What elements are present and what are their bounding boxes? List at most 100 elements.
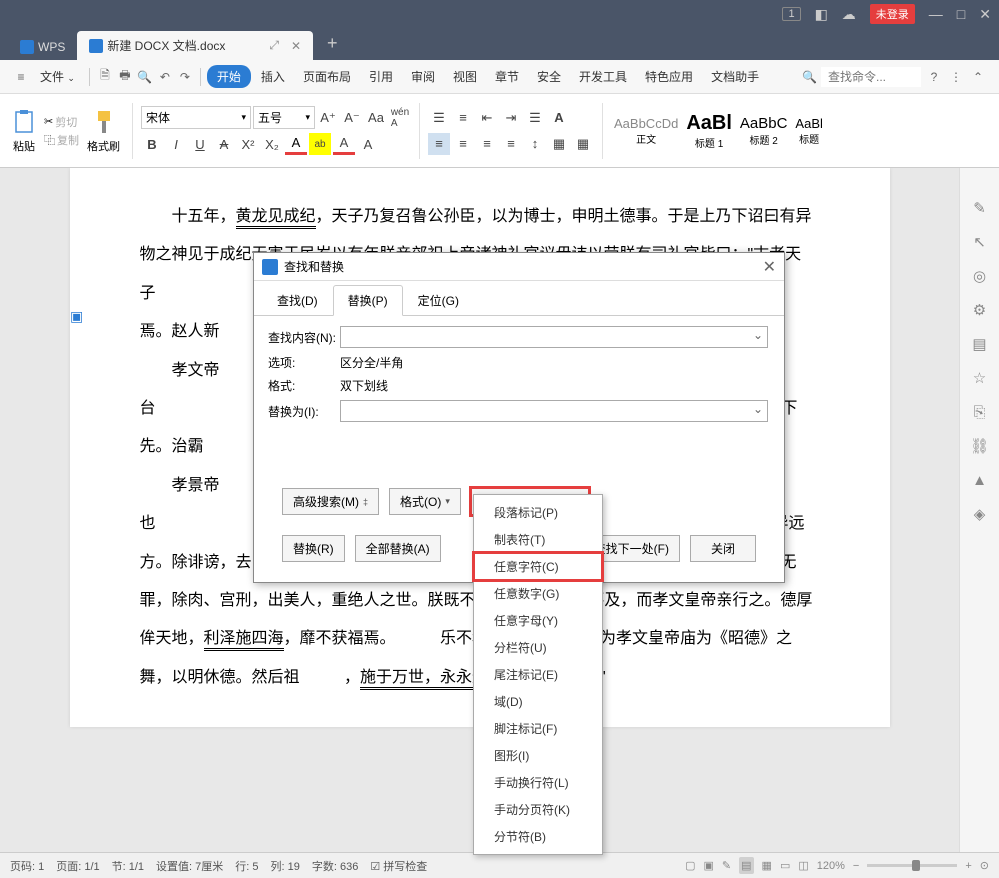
close-button[interactable]: ✕ [979,6,991,23]
menu-special[interactable]: 特色应用 [637,64,701,89]
replace-button[interactable]: 替换(R) [282,535,345,562]
text-tools-button[interactable]: A [548,107,570,129]
font-combo[interactable]: 宋体▾ [141,106,251,129]
fit-button[interactable]: ⊙ [980,859,989,872]
menu-dev[interactable]: 开发工具 [571,64,635,89]
menu-helper[interactable]: 文档助手 [703,64,767,89]
change-case-button[interactable]: Aa [365,107,387,129]
menu-layout[interactable]: 页面布局 [295,64,359,89]
phonetic-button[interactable]: wénA [389,107,411,129]
style-heading2[interactable]: AaBbC标题 2 [737,112,791,150]
sb-spellcheck[interactable]: ☑ 拼写检查 [370,858,427,874]
dd-any-character[interactable]: 任意字符(C) [474,553,602,580]
dd-graphic[interactable]: 图形(I) [474,742,602,769]
command-search-input[interactable] [821,67,921,87]
find-input[interactable] [340,326,768,348]
style-heading1[interactable]: AaBl标题 1 [683,109,735,153]
view-outline-icon[interactable]: ▢ [685,859,695,872]
sb-words[interactable]: 字数: 636 [312,858,358,874]
menu-chapter[interactable]: 章节 [487,64,527,89]
menu-file[interactable]: 文件 ⌄ [32,64,83,89]
feedback-icon[interactable]: ☁ [842,6,856,23]
minimize-button[interactable]: — [929,6,943,22]
view-full-icon[interactable]: ▦ [762,859,772,872]
menu-review[interactable]: 审阅 [403,64,443,89]
dd-tab-char[interactable]: 制表符(T) [474,526,602,553]
highlight-button[interactable]: ab [309,133,331,155]
settings-icon[interactable]: ⚙ [970,300,990,320]
paste-button[interactable]: 粘贴 [8,104,40,158]
note-icon[interactable]: ▤ [970,334,990,354]
zoom-slider[interactable] [867,864,957,867]
tab-goto[interactable]: 定位(G) [403,285,474,316]
help-icon[interactable]: ? [925,70,943,84]
format-button[interactable]: 格式(O) ▾ [389,488,461,515]
char-border-button[interactable]: A [357,133,379,155]
format-painter-button[interactable]: 格式刷 [83,104,124,158]
bold-button[interactable]: B [141,133,163,155]
font-color2-button[interactable]: A [333,133,355,155]
align-left-button[interactable]: ≡ [428,133,450,155]
align-right-button[interactable]: ≡ [476,133,498,155]
dialog-titlebar[interactable]: 查找和替换 ✕ [254,253,784,281]
print-icon[interactable]: 🖶 [116,66,134,87]
view-read-icon[interactable]: ✎ [722,859,731,872]
tab-replace[interactable]: 替换(P) [333,285,403,316]
align-center-button[interactable]: ≡ [452,133,474,155]
style-heading3[interactable]: AaBl标题 [792,113,825,149]
link-icon[interactable]: ⛓ [970,436,990,456]
view-focus-icon[interactable]: ◫ [798,859,808,872]
advanced-search-button[interactable]: 高级搜索(M) ‡ [282,488,379,515]
menu-ref[interactable]: 引用 [361,64,401,89]
menu-view[interactable]: 视图 [445,64,485,89]
number-list-button[interactable]: ≡ [452,107,474,129]
zoom-in-button[interactable]: + [965,860,971,872]
view-web-icon[interactable]: ▣ [704,859,714,872]
dd-section-break[interactable]: 分节符(B) [474,823,602,850]
dd-endnote-mark[interactable]: 尾注标记(E) [474,661,602,688]
justify-button[interactable]: ≡ [500,133,522,155]
zoom-out-button[interactable]: − [853,860,859,872]
preview-icon[interactable]: 🔍 [136,70,154,84]
increase-font-button[interactable]: A⁺ [317,107,339,129]
menu-insert[interactable]: 插入 [253,64,293,89]
subscript-button[interactable]: X₂ [261,133,283,155]
style-normal[interactable]: AaBbCcDd正文 [611,113,681,149]
view-print-icon[interactable]: ▤ [739,857,753,874]
outdent-button[interactable]: ⇤ [476,107,498,129]
dd-paragraph-mark[interactable]: 段落标记(P) [474,499,602,526]
document-tab[interactable]: 新建 DOCX 文档.docx ⤢ ✕ [77,31,313,60]
sb-page-no[interactable]: 页码: 1 [10,858,44,874]
redo-icon[interactable]: ↷ [176,70,194,84]
dd-footnote-mark[interactable]: 脚注标记(F) [474,715,602,742]
close-dialog-button[interactable]: 关闭 [690,535,756,562]
tab-pin-icon[interactable]: ⤢ [269,38,279,53]
menu-security[interactable]: 安全 [529,64,569,89]
line-spacing-button[interactable]: ↕ [524,133,546,155]
tab-close-button[interactable]: ✕ [291,39,301,53]
view-page-icon[interactable]: ▭ [780,859,790,872]
bullet-list-button[interactable]: ☰ [428,107,450,129]
wps-home-tab[interactable]: WPS [8,34,77,60]
target-icon[interactable]: ◎ [970,266,990,286]
zoom-label[interactable]: 120% [817,860,845,872]
replace-input[interactable] [340,400,768,422]
dd-any-digit[interactable]: 任意数字(G) [474,580,602,607]
borders-button[interactable]: ▦ [572,133,594,155]
dd-line-break[interactable]: 手动换行符(L) [474,769,602,796]
superscript-button[interactable]: X² [237,133,259,155]
page-insert-marker[interactable]: ▣ [70,308,83,325]
strike-button[interactable]: A [213,133,235,155]
dd-column-break[interactable]: 分栏符(U) [474,634,602,661]
text-direction-button[interactable]: ☰ [524,107,546,129]
dialog-close-button[interactable]: ✕ [763,257,776,277]
tab-find[interactable]: 查找(D) [262,285,333,316]
sb-page[interactable]: 页面: 1/1 [56,858,99,874]
clip-icon[interactable]: ⎘ [970,402,990,422]
shading-button[interactable]: ▦ [548,133,570,155]
font-size-combo[interactable]: 五号▾ [253,106,315,129]
collapse-ribbon-icon[interactable]: ⌃ [969,70,987,84]
skin-icon[interactable]: ◧ [815,6,828,23]
menu-start[interactable]: 开始 [207,65,251,88]
underline-button[interactable]: U [189,133,211,155]
